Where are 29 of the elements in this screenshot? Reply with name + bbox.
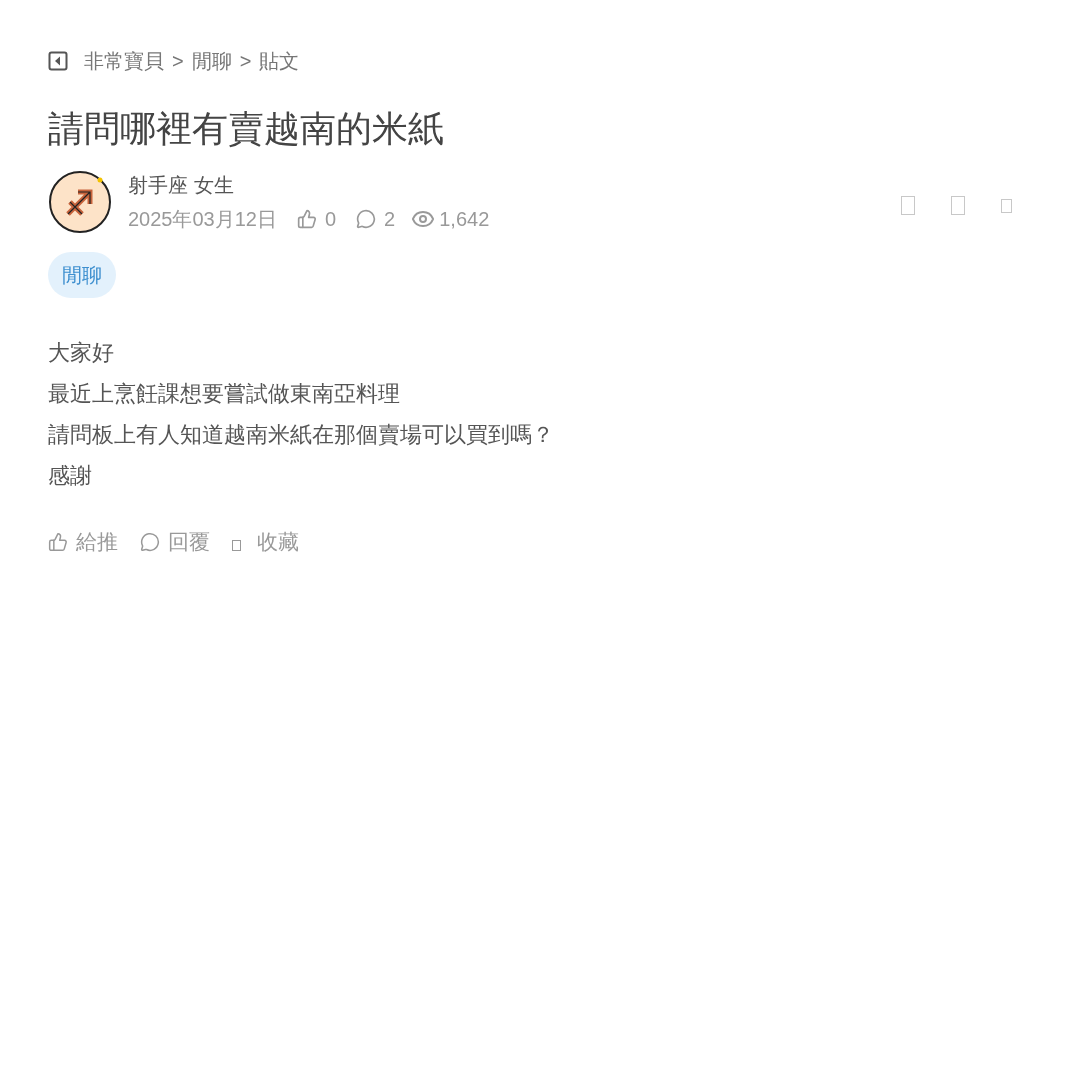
thumbs-up-icon	[297, 209, 317, 229]
avatar-icon	[48, 170, 112, 234]
post-title: 請問哪裡有賣越南的米紙	[48, 107, 445, 151]
speech-bubble-icon	[140, 531, 160, 552]
breadcrumb-link[interactable]: 非常寶貝	[84, 46, 164, 76]
square-icon[interactable]	[1001, 198, 1012, 213]
thumbs-up-icon	[48, 531, 68, 552]
square-icon[interactable]	[901, 196, 915, 215]
body-text: 最近上烹飪課想要嘗試做東南亞料理	[48, 380, 401, 408]
author-name[interactable]: 射手座 女生	[128, 170, 490, 200]
square-icon	[232, 540, 241, 552]
body-text: 大家好	[48, 339, 115, 367]
breadcrumb-separator: >	[172, 49, 184, 74]
breadcrumb-separator: >	[239, 49, 252, 74]
body-text: 感謝	[48, 462, 93, 490]
like-action[interactable]: 給推	[48, 526, 118, 558]
breadcrumb-link[interactable]: 貼文	[259, 46, 300, 76]
body-text: 請問板上有人知道越南米紙在那個賣場可以買到嗎？	[48, 421, 555, 449]
comment-count: 2	[384, 207, 396, 232]
reply-action[interactable]: 回覆	[140, 526, 210, 558]
square-icon[interactable]	[951, 196, 965, 215]
back-icon[interactable]	[48, 51, 68, 71]
save-action[interactable]: 收藏	[232, 526, 299, 558]
speech-bubble-icon	[356, 209, 377, 229]
breadcrumb-link[interactable]: 閒聊	[191, 46, 232, 76]
view-count: 1,642	[439, 207, 490, 232]
post-date: 2025年03月12日	[128, 207, 277, 232]
like-count: 0	[325, 207, 337, 232]
category-tag[interactable]: 閒聊	[48, 252, 116, 298]
